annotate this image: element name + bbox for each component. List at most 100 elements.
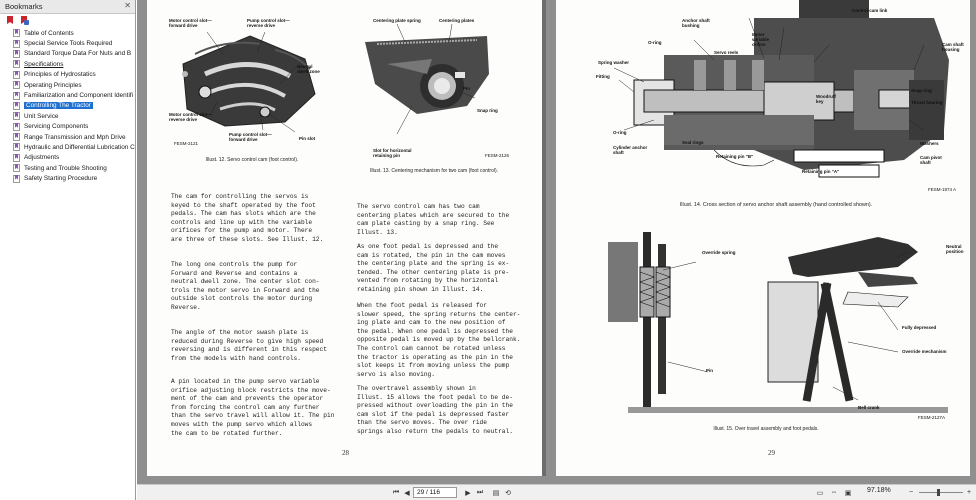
bookmark-label: Adjustments [24,154,60,162]
rotate-icon[interactable]: ⟲ [503,487,513,498]
zoom-out-icon[interactable]: − [907,487,915,498]
fig14-label-anchor-bushing: Anchor shaft bushing [682,18,710,29]
bookmark-icon [13,49,20,58]
bookmark-icon [13,122,20,131]
fig13-label-snap-ring: Snap ring [477,108,498,113]
fig12-label-motor-reverse: Motor control slot— reverse drive [169,112,212,123]
bookmark-item[interactable]: Standard Torque Data For Nuts and B [0,49,135,59]
page-number: 29 [768,449,775,457]
fig14-label-control-cam-link: Control cam link [852,8,888,13]
fit-page-icon[interactable]: ▭ [815,487,825,498]
fig12-code: FESM-2121 [174,141,199,146]
zoom-slider-handle[interactable] [937,489,940,496]
document-view[interactable]: Motor control slot— forward drive Pump c… [137,0,976,484]
fig14-label-seal-rings: Seal rings [682,140,704,145]
bookmark-item[interactable]: Special Service Tools Required [0,38,135,48]
fig14-label-o-ring-bottom: O-ring [613,130,627,135]
fig12-label-pump-reverse: Pump control slot— reverse drive [247,18,290,29]
page-29: Control cam link Anchor shaft bushing Mo… [556,0,970,476]
bookmark-item[interactable]: Principles of Hydrostatics [0,70,135,80]
bookmark-item[interactable]: Safety Starting Procedure [0,173,135,183]
fig13-label-pin: Pin [463,86,471,91]
bookmark-icon [13,39,20,48]
fig15-label-fully-depressed: Fully depressed [902,325,937,330]
bookmark-label: Standard Torque Data For Nuts and B [24,50,132,58]
centering-mechanism-figure [357,14,497,144]
bookmarks-panel-title: Bookmarks [5,2,43,11]
bookmark-label: Operating Principles [24,81,82,89]
bookmark-item[interactable]: Range Transmission and Mph Drive [0,132,135,142]
bookmark-label: Servicing Components [24,123,89,131]
p28-right-para-1: The servo control cam has two cam center… [357,203,510,236]
bookmark-item[interactable]: Hydraulic and Differential Lubrication C [0,142,135,152]
fig12-caption: Illust. 12. Servo control cam (foot cont… [205,157,299,163]
page-number-input[interactable]: 29 / 116 [413,487,457,498]
bookmark-icon [13,133,20,142]
fig14-caption: Illust. 14. Cross section of servo ancho… [679,202,873,208]
new-bookmark-icon[interactable] [20,16,29,25]
fig12-label-neutral-dwell: Neutral dwell zone [297,64,320,75]
p28-right-para-4: The overtravel assembly shown in Illust.… [357,385,513,435]
fig15-label-override-spring: Override spring [702,250,736,255]
bookmark-item[interactable]: Adjustments [0,153,135,163]
bookmark-icon [13,60,20,69]
zoom-slider[interactable] [919,492,963,493]
fig12-label-pump-forward: Pump control slot— forward drive [229,132,272,143]
p28-left-para-2: The long one controls the pump for Forwa… [171,261,320,311]
bookmark-icon [13,29,20,38]
bookmark-label: Testing and Trouble Shooting [24,164,107,172]
bookmark-icon [13,164,20,173]
fig12-label-pin-slot: Pin slot [299,136,316,141]
p28-right-para-2: As one foot pedal is depressed and the c… [357,243,510,293]
fit-width-icon[interactable]: ⇔ [829,487,839,498]
zoom-level[interactable]: 97.18% [867,487,891,494]
fig14-label-o-ring-top: O-ring [648,40,662,45]
bookmark-item[interactable]: Specifications [0,59,135,69]
bookmark-item-selected[interactable]: Controlling The Tractor [0,101,135,111]
bookmark-icon [13,70,20,79]
bookmark-item[interactable]: Testing and Trouble Shooting [0,163,135,173]
bookmark-icon [13,91,20,100]
bookmark-list: Table of Contents Special Service Tools … [0,27,135,184]
fig14-label-fitting: Fitting [596,74,610,79]
fig14-label-motor-orifice: Motor variable orifice [752,32,770,48]
fig14-label-servo-reels: Servo reels [714,50,739,55]
fig14-label-retaining-pin-b: Retaining pin "B" [716,154,754,159]
p28-right-para-3: When the foot pedal is released for slow… [357,302,521,378]
over-travel-assembly-figure [608,222,966,420]
bookmark-item[interactable]: Servicing Components [0,122,135,132]
fig13-caption: Illust. 13. Centering mechanism for two … [369,168,499,174]
fig15-label-bell-crank: Bell crank [858,405,880,410]
fig14-label-cam-pivot: Cam pivot shaft [920,155,942,166]
bookmark-label: Range Transmission and Mph Drive [24,133,126,141]
page-view-icon[interactable]: ▤ [491,487,501,498]
fig15-caption: Illust. 15. Over travel assembly and foo… [713,426,819,432]
next-page-icon[interactable]: ▶ [463,487,473,498]
fig14-label-thrust-bearing: Thrust bearing [911,100,943,105]
last-page-icon[interactable]: ⏭ [475,487,485,498]
bookmark-item[interactable]: Operating Principles [0,80,135,90]
actual-size-icon[interactable]: ▣ [843,487,853,498]
bookmark-item[interactable]: Unit Service [0,111,135,121]
fig14-label-woodruff-key: Woodruff key [816,94,836,105]
zoom-in-icon[interactable]: + [965,487,973,498]
fig14-label-snap-ring: Snap ring [911,88,932,93]
fig13-label-slot: Slot for horizontal retaining pin [373,148,412,159]
bookmark-label: Specifications [24,60,64,68]
fig12-label-motor-forward: Motor control slot— forward drive [169,18,212,29]
fig15-label-override-mechanism: Override mechanism [902,349,947,354]
close-icon[interactable]: ✕ [124,1,131,10]
previous-page-icon[interactable]: ◀ [402,487,412,498]
bookmark-icon [13,174,20,183]
bookmark-icon [13,112,20,121]
bookmark-options-icon[interactable] [6,16,14,25]
fig13-label-centering-spring: Centering plate spring [373,18,421,23]
first-page-icon[interactable]: ⏮ [391,487,401,498]
bookmark-item[interactable]: Familiarization and Component Identifi [0,90,135,100]
bookmark-item[interactable]: Table of Contents [0,28,135,38]
bookmark-label: Familiarization and Component Identifi [24,92,134,100]
page-shadow [542,0,546,476]
fig15-label-neutral-position: Neutral position [946,244,964,255]
fig15-label-pin: Pin [706,368,714,373]
bookmark-label: Table of Contents [24,29,74,37]
